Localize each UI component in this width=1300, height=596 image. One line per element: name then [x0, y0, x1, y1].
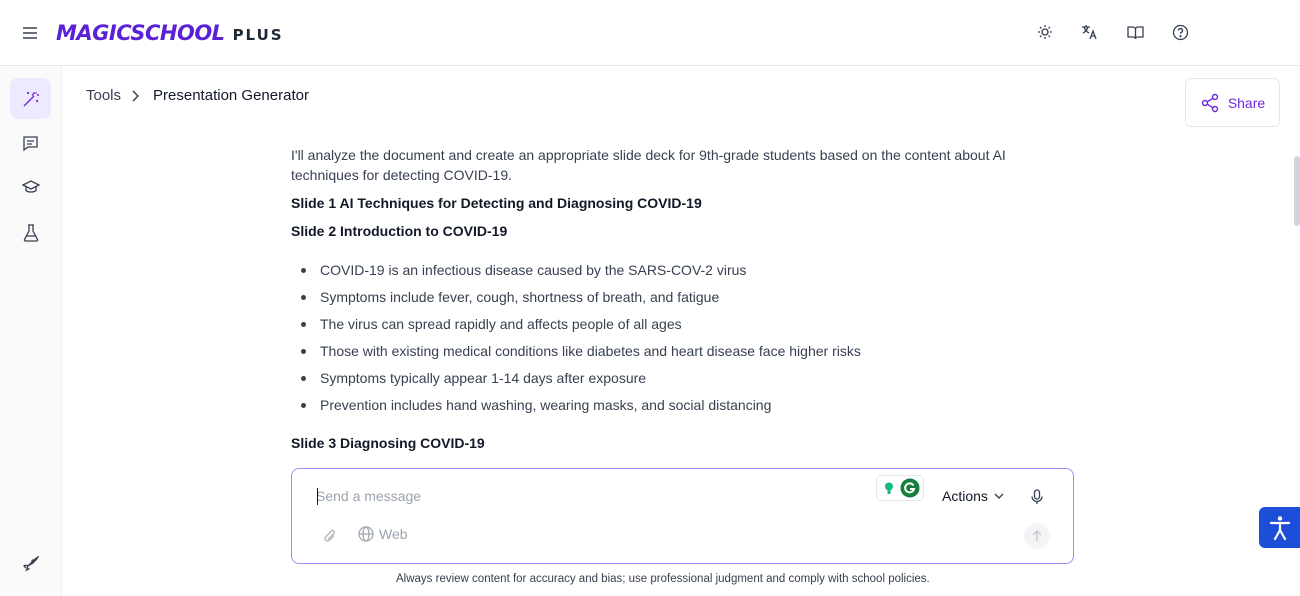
accessibility-button[interactable] [1259, 507, 1300, 548]
list-item: Prevention includes hand washing, wearin… [291, 392, 1051, 419]
lightbulb-icon [881, 480, 897, 496]
web-search-toggle[interactable]: Web [358, 526, 408, 542]
scrollbar-thumb[interactable] [1294, 156, 1300, 226]
actions-dropdown[interactable]: Actions [942, 488, 1004, 504]
slide-1-heading: Slide 1 AI Techniques for Detecting and … [291, 195, 702, 211]
grammar-extension-badge[interactable] [877, 476, 923, 500]
send-button[interactable] [1024, 523, 1050, 549]
flask-icon [23, 223, 38, 242]
book-icon[interactable] [1123, 20, 1147, 44]
sidebar-item-launch[interactable] [10, 543, 51, 584]
text-caret [317, 488, 318, 505]
arrow-up-icon [1032, 530, 1042, 541]
response-content: I'll analyze the document and create an … [291, 145, 1051, 461]
disclaimer-text: Always review content for accuracy and b… [396, 573, 930, 585]
list-item: Symptoms include fever, cough, shortness… [291, 284, 1051, 311]
share-button[interactable]: Share [1185, 78, 1280, 127]
slide-2-heading: Slide 2 Introduction to COVID-19 [291, 223, 508, 239]
sidebar-item-labs[interactable] [10, 212, 51, 253]
logo-plus-label: PLUS [232, 26, 284, 44]
sidebar-item-chat[interactable] [10, 123, 51, 164]
paperclip-icon[interactable] [320, 526, 340, 546]
translate-icon[interactable] [1078, 20, 1102, 44]
chevron-right-icon [131, 89, 143, 102]
slide-2-bullets: COVID-19 is an infectious disease caused… [291, 257, 1051, 419]
breadcrumb-tools-link[interactable]: Tools [86, 87, 121, 104]
actions-label: Actions [942, 488, 988, 504]
top-toolbar [1033, 20, 1192, 44]
chat-icon [23, 136, 38, 152]
microphone-icon[interactable] [1027, 487, 1047, 507]
help-icon[interactable] [1168, 20, 1192, 44]
sidebar [0, 66, 62, 596]
menu-icon[interactable] [18, 22, 42, 44]
accessibility-icon [1269, 515, 1290, 540]
sun-icon[interactable] [1033, 20, 1057, 44]
share-label: Share [1227, 94, 1266, 111]
list-item: Those with existing medical conditions l… [291, 338, 1051, 365]
chevron-down-icon [994, 493, 1004, 499]
slide-3-heading: Slide 3 Diagnosing COVID-19 [291, 435, 485, 451]
globe-icon [358, 526, 374, 542]
sidebar-item-tools[interactable] [10, 78, 51, 119]
list-item: Symptoms typically appear 1-14 days afte… [291, 365, 1051, 392]
message-composer: Actions Web [291, 468, 1074, 564]
list-item: COVID-19 is an infectious disease caused… [291, 257, 1051, 284]
logo-wordmark: MAGICSCHOOL [56, 21, 225, 45]
message-input[interactable] [316, 485, 856, 507]
list-item: The virus can spread rapidly and affects… [291, 311, 1051, 338]
page-title: Presentation Generator [153, 87, 309, 104]
share-icon [1201, 93, 1219, 112]
grammarly-icon [900, 478, 920, 498]
graduation-cap-icon [21, 180, 40, 193]
web-label: Web [379, 526, 408, 542]
top-bar: MAGICSCHOOL PLUS [0, 0, 1300, 66]
logo[interactable]: MAGICSCHOOL PLUS [56, 19, 284, 47]
magic-wand-icon [23, 91, 39, 106]
intro-paragraph: I'll analyze the document and create an … [291, 147, 1006, 183]
breadcrumb: Tools Presentation Generator [86, 87, 309, 104]
sidebar-item-students[interactable] [10, 167, 51, 208]
rocket-icon [23, 555, 39, 572]
